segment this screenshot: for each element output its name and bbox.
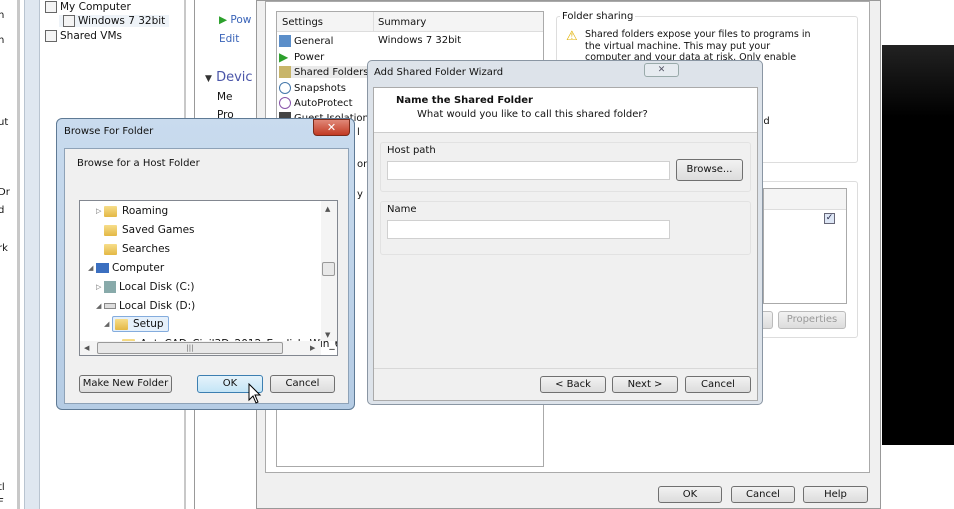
ok-button[interactable]: OK — [658, 486, 722, 503]
left-strip: n n ut l l l Dr d rk tl F — [0, 0, 20, 509]
host-path-label: Host path — [387, 145, 436, 156]
splitter[interactable] — [24, 0, 40, 509]
cancel-button[interactable]: Cancel — [731, 486, 795, 503]
fragment: d — [0, 205, 4, 216]
computer-icon — [45, 1, 57, 13]
device-memory[interactable]: Me — [217, 91, 233, 103]
help-button[interactable]: Help — [803, 486, 868, 503]
tree-item-my-computer[interactable]: My Computer — [45, 1, 131, 13]
computer-icon — [96, 263, 109, 273]
tree-item-saved-games[interactable]: Saved Games — [104, 224, 195, 236]
browse-title: Browse For Folder — [64, 126, 154, 137]
enabled-checkbox[interactable]: ✓ — [824, 213, 835, 224]
tree-item-shared-vms[interactable]: Shared VMs — [45, 30, 122, 42]
fragment: Dr — [0, 187, 10, 198]
folder-icon — [279, 66, 291, 78]
play-icon: ▶ — [279, 50, 289, 64]
system-drive-icon — [104, 281, 116, 293]
make-new-folder-button[interactable]: Make New Folder — [79, 375, 172, 393]
properties-button[interactable]: Properties — [778, 311, 846, 329]
monitor-icon — [279, 35, 291, 47]
browse-button[interactable]: Browse... — [676, 159, 743, 181]
column-settings[interactable]: Settings — [282, 17, 323, 28]
devices-header[interactable]: ▼ Devic — [205, 70, 253, 85]
fragment: l — [0, 150, 1, 161]
vm-icon — [63, 15, 75, 27]
fragment: y — [357, 189, 363, 200]
folder-tree[interactable]: ▷ Roaming Saved Games Searches ◢ Computer … — [79, 200, 338, 356]
tree-item-local-disk-d[interactable]: ◢ Local Disk (D:) — [96, 300, 195, 312]
folder-icon — [115, 318, 128, 330]
back-button[interactable]: < Back — [540, 376, 606, 393]
fragment: l — [0, 130, 1, 141]
horizontal-scrollbar[interactable]: ◀ ||| ▶ — [80, 341, 321, 355]
folder-icon — [104, 205, 117, 217]
autoprotect-icon — [279, 97, 291, 109]
fragment: n — [0, 10, 4, 21]
host-path-input[interactable] — [387, 161, 670, 180]
close-icon[interactable]: ✕ — [644, 63, 679, 77]
name-input[interactable] — [387, 220, 670, 239]
background-vm-display — [882, 45, 954, 445]
fragment: ut — [0, 117, 9, 128]
wizard-subheading: What would you like to call this shared … — [417, 109, 648, 120]
scroll-right-icon[interactable]: ▶ — [310, 344, 315, 352]
warning-icon: ⚠ — [566, 29, 578, 44]
snapshot-icon — [279, 82, 291, 94]
fragment: l — [357, 127, 360, 138]
folders-list[interactable]: ✓ — [763, 188, 847, 304]
folder-sharing-legend: Folder sharing — [560, 11, 636, 22]
fragment: l — [0, 168, 1, 179]
fragment: rk — [0, 243, 8, 254]
wizard-cancel-button[interactable]: Cancel — [685, 376, 751, 393]
browse-prompt: Browse for a Host Folder — [77, 158, 200, 169]
scroll-left-icon[interactable]: ◀ — [84, 344, 89, 352]
tree-item-setup[interactable]: ◢ Setup — [104, 316, 169, 332]
saved-games-icon — [104, 224, 117, 236]
power-on-link[interactable]: ▶ Pow — [219, 14, 251, 26]
close-icon[interactable]: ✕ — [313, 119, 350, 136]
add-shared-folder-wizard: Add Shared Folder Wizard ✕ Name the Shar… — [367, 60, 763, 405]
scroll-thumb[interactable] — [322, 262, 335, 276]
scroll-down-icon[interactable]: ▼ — [325, 331, 330, 339]
tree-item-roaming[interactable]: ▷ Roaming — [96, 205, 168, 217]
settings-item-general[interactable]: General Windows 7 32bit — [279, 35, 539, 47]
fragment: F — [0, 497, 4, 508]
wizard-title: Add Shared Folder Wizard — [374, 67, 504, 78]
tree-item-local-disk-c[interactable]: ▷ Local Disk (C:) — [96, 281, 195, 293]
fragment: n — [0, 35, 4, 46]
tree-item-vm[interactable]: Windows 7 32bit — [59, 15, 170, 27]
edit-settings-link[interactable]: Edit — [219, 33, 239, 45]
column-summary[interactable]: Summary — [378, 17, 426, 28]
searches-icon — [104, 243, 117, 255]
tree-item-computer[interactable]: ◢ Computer — [88, 262, 164, 274]
fragment: tl — [0, 482, 5, 493]
settings-item-power[interactable]: ▶ Power — [279, 51, 324, 63]
mouse-cursor-icon — [248, 382, 262, 408]
scroll-up-icon[interactable]: ▲ — [325, 205, 330, 213]
shared-vms-icon — [45, 30, 57, 42]
next-button[interactable]: Next > — [612, 376, 678, 393]
settings-item-shared-folders[interactable]: Shared Folders — [279, 66, 371, 78]
browse-for-folder-dialog: Browse For Folder ✕ Browse for a Host Fo… — [56, 118, 355, 410]
browse-cancel-button[interactable]: Cancel — [270, 375, 335, 393]
name-label: Name — [387, 204, 417, 215]
vertical-scrollbar[interactable]: ▲ ▼ — [321, 201, 337, 341]
scroll-thumb[interactable]: ||| — [97, 342, 283, 354]
drive-icon — [104, 303, 116, 309]
settings-item-autoprotect[interactable]: AutoProtect — [279, 97, 353, 109]
settings-item-snapshots[interactable]: Snapshots — [279, 82, 346, 94]
tree-item-searches[interactable]: Searches — [104, 243, 170, 255]
wizard-heading: Name the Shared Folder — [396, 95, 533, 106]
